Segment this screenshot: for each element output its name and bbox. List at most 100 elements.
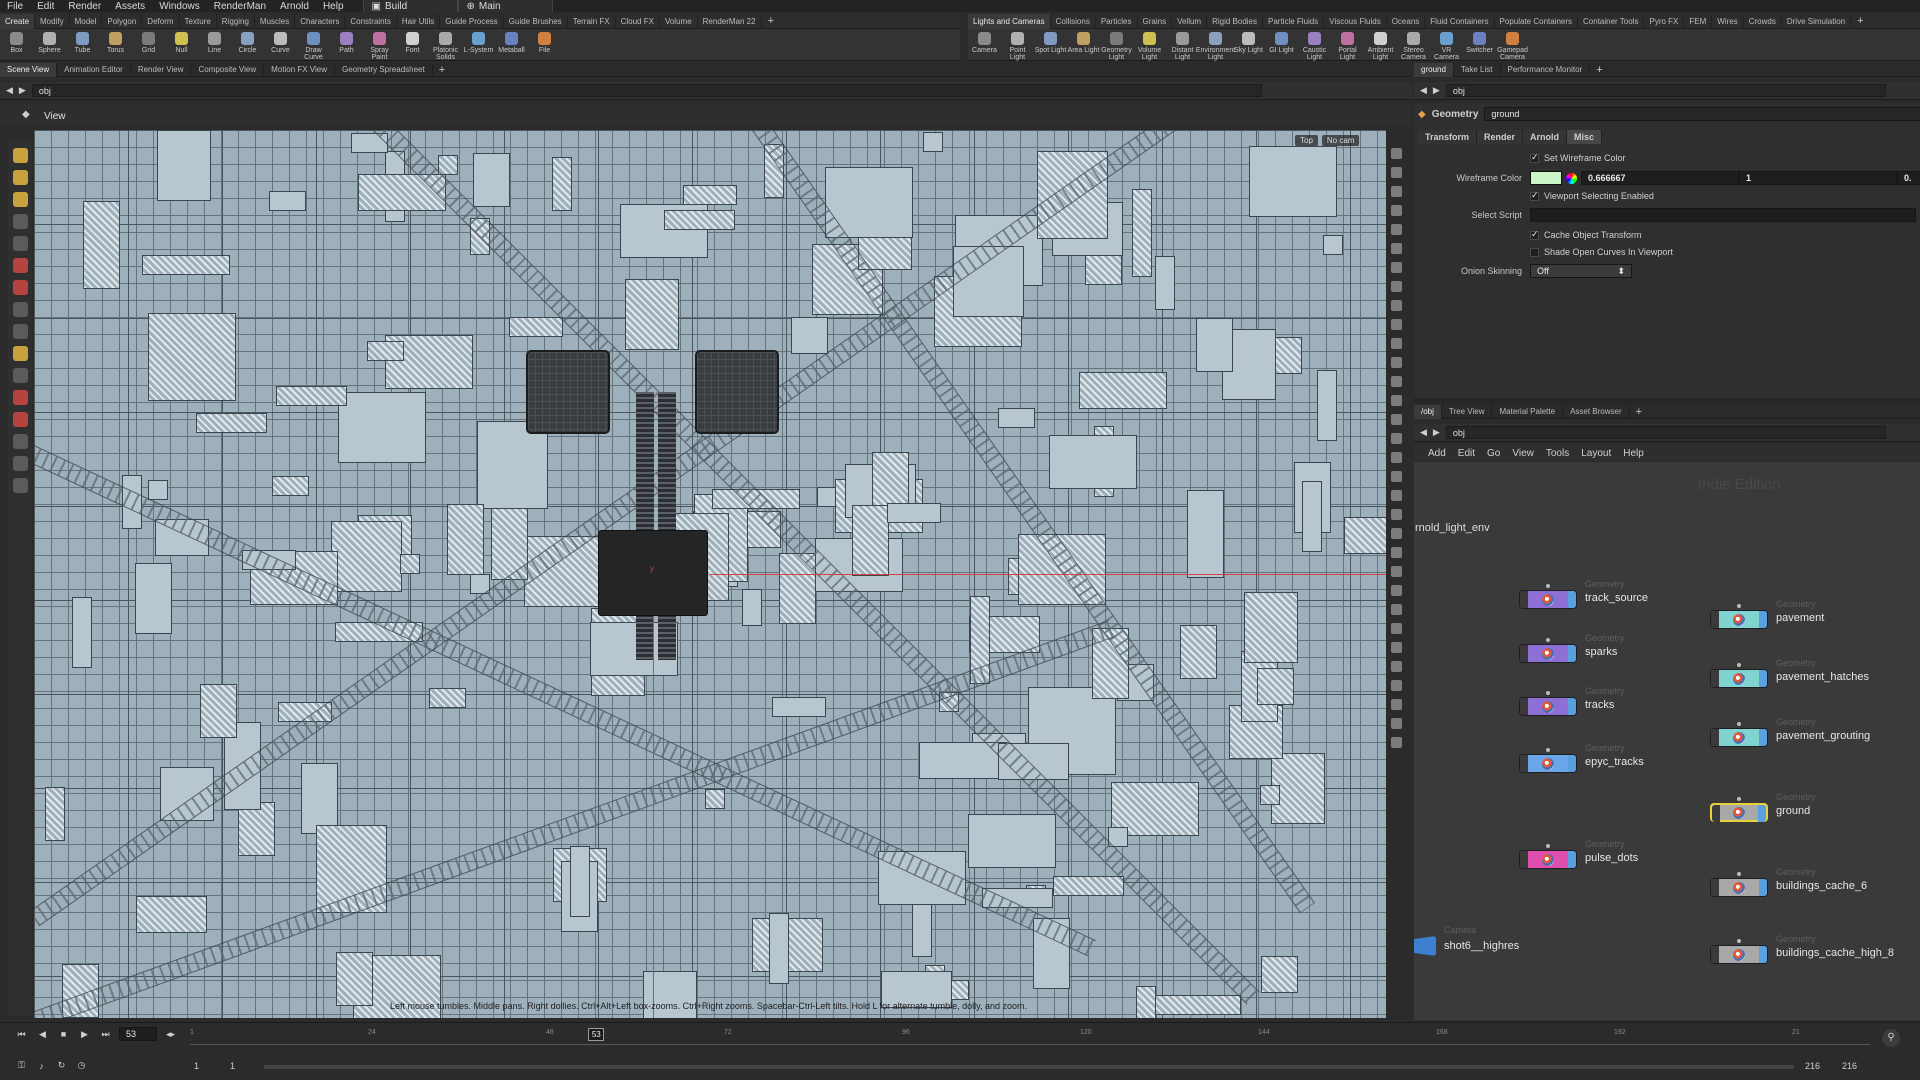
tool-stereo-camera[interactable]: Stereo Camera <box>1397 29 1430 61</box>
tool-environment-light[interactable]: Environment Light <box>1196 29 1235 61</box>
render-flag[interactable] <box>1568 645 1576 662</box>
key-icon[interactable]: ⚿ <box>14 1059 29 1072</box>
onion-skinning-select[interactable]: Off ⬍ <box>1530 264 1632 278</box>
output-connector[interactable] <box>1737 604 1741 608</box>
tab-ground[interactable]: ground <box>1414 62 1454 77</box>
wireframe-color-g-field[interactable]: 1 <box>1739 171 1897 185</box>
shelf-tab-crowds[interactable]: Crowds <box>1744 13 1782 29</box>
bg-icon[interactable] <box>1390 433 1402 444</box>
shelf-tab-guide-brushes[interactable]: Guide Brushes <box>504 13 568 29</box>
display-flag[interactable] <box>1520 755 1528 772</box>
render-flag[interactable] <box>1568 755 1576 772</box>
shelf-tab-constraints[interactable]: Constraints <box>345 13 397 29</box>
output-connector[interactable] <box>1737 939 1741 943</box>
camera-tool-icon[interactable] <box>12 434 28 449</box>
tool-gamepad-camera[interactable]: Gamepad Camera <box>1496 29 1529 61</box>
start-frame-field[interactable]: 1 <box>194 1061 199 1071</box>
step-icon[interactable]: ◂▸ <box>163 1028 178 1041</box>
pin-icon[interactable] <box>1390 642 1402 653</box>
stop-icon[interactable]: ■ <box>56 1028 71 1041</box>
menu-file[interactable]: File <box>0 1 30 12</box>
tab-obj[interactable]: /obj <box>1414 404 1442 419</box>
param-tab-misc[interactable]: Misc <box>1567 130 1603 144</box>
shelf-tab-oceans[interactable]: Oceans <box>1387 13 1426 29</box>
shelf-tab-fluid-containers[interactable]: Fluid Containers <box>1425 13 1495 29</box>
back-arrow-icon[interactable]: ◀ <box>1420 85 1427 96</box>
display-flag[interactable] <box>1711 670 1719 687</box>
node-pavement-grouting[interactable]: Geometry pavement_grouting <box>1710 717 1870 747</box>
lock-icon[interactable] <box>1390 205 1402 216</box>
frame-marker[interactable]: 53 <box>588 1028 605 1041</box>
output-connector[interactable] <box>1737 722 1741 726</box>
tool-geometry-light[interactable]: Geometry Light <box>1100 29 1133 61</box>
shelf-tab-model[interactable]: Model <box>70 13 103 29</box>
visibility-icon[interactable] <box>1390 471 1402 482</box>
node-buildings-cache-6[interactable]: Geometry buildings_cache_6 <box>1710 867 1867 897</box>
tool-switcher[interactable]: Switcher <box>1463 29 1496 61</box>
shelf-tab-deform[interactable]: Deform <box>142 13 180 29</box>
pose-tool-icon[interactable] <box>12 280 28 295</box>
menu-assets[interactable]: Assets <box>108 1 152 12</box>
normal-icon[interactable] <box>1390 300 1402 311</box>
network-menu-layout[interactable]: Layout <box>1581 448 1611 459</box>
shelf-tab-guide-process[interactable]: Guide Process <box>440 13 504 29</box>
vertex-icon[interactable] <box>1390 357 1402 368</box>
tool-tube[interactable]: Tube <box>66 29 99 61</box>
shelf-tab-modify[interactable]: Modify <box>35 13 70 29</box>
menu-arnold[interactable]: Arnold <box>273 1 316 12</box>
tool-metaball[interactable]: Metaball <box>495 29 528 61</box>
render-flag[interactable] <box>1568 698 1576 715</box>
tool-distant-light[interactable]: Distant Light <box>1166 29 1199 61</box>
realtime-icon[interactable]: ◷ <box>74 1059 89 1072</box>
view-projection-menu[interactable]: Top <box>1295 135 1318 146</box>
collapse-icon[interactable] <box>1390 566 1402 577</box>
grid-snap-icon[interactable] <box>12 368 28 383</box>
tool-null[interactable]: Null <box>165 29 198 61</box>
network-editor[interactable]: Indie Edition rnold_light_env Geometry tr… <box>1414 462 1920 1020</box>
forward-arrow-icon[interactable]: ▶ <box>1433 85 1440 96</box>
play-icon[interactable]: ▶ <box>77 1028 92 1041</box>
play-reverse-icon[interactable]: ◀ <box>35 1028 50 1041</box>
node-buildings-cache-high-8[interactable]: Geometry buildings_cache_high_8 <box>1710 934 1894 964</box>
tool-caustic-light[interactable]: Caustic Light <box>1298 29 1331 61</box>
wireframe-icon[interactable] <box>1390 167 1402 178</box>
tool-curve[interactable]: Curve <box>264 29 297 61</box>
node-pavement[interactable]: Geometry pavement <box>1710 599 1824 629</box>
edge-icon[interactable] <box>1390 376 1402 387</box>
network-menu-view[interactable]: View <box>1512 448 1534 459</box>
param-node-name-field[interactable]: ground <box>1484 107 1920 121</box>
grid-icon[interactable] <box>1390 414 1402 425</box>
tool-spot-light[interactable]: Spot Light <box>1034 29 1067 61</box>
output-connector[interactable] <box>1546 748 1550 752</box>
color-picker-icon[interactable] <box>1566 172 1577 184</box>
shelf-tab-texture[interactable]: Texture <box>180 13 217 29</box>
output-connector[interactable] <box>1737 797 1741 801</box>
tab-scene-view[interactable]: Scene View <box>0 62 58 77</box>
node-tracks[interactable]: Geometry tracks <box>1519 686 1625 716</box>
tool-point-light[interactable]: Point Light <box>1001 29 1034 61</box>
node-sparks[interactable]: Geometry sparks <box>1519 633 1625 663</box>
tool-file[interactable]: File <box>528 29 561 61</box>
shaded-icon[interactable] <box>1390 186 1402 197</box>
tool-path[interactable]: Path <box>330 29 363 61</box>
tool-draw-curve[interactable]: Draw Curve <box>297 29 330 61</box>
network-path-field[interactable]: obj <box>1445 426 1886 439</box>
shelf-tab-terrain-fx[interactable]: Terrain FX <box>568 13 616 29</box>
shelf-tab-grains[interactable]: Grains <box>1138 13 1173 29</box>
tool-ambient-light[interactable]: Ambient Light <box>1364 29 1397 61</box>
shelf-tab-wires[interactable]: Wires <box>1712 13 1744 29</box>
tool-line[interactable]: Line <box>198 29 231 61</box>
range-slider[interactable] <box>264 1065 1794 1069</box>
network-menu-go[interactable]: Go <box>1487 448 1500 459</box>
viewport-selecting-checkbox[interactable] <box>1530 190 1539 201</box>
param-tab-transform[interactable]: Transform <box>1418 130 1478 144</box>
network-menu-add[interactable]: Add <box>1428 448 1446 459</box>
shelf-tab-container-tools[interactable]: Container Tools <box>1578 13 1645 29</box>
render-flag[interactable] <box>1759 670 1767 687</box>
node-epyc-tracks[interactable]: Geometry epyc_tracks <box>1519 743 1644 773</box>
add-tab-icon[interactable]: + <box>433 64 451 76</box>
home-icon[interactable] <box>1390 661 1402 672</box>
tab-composite-view[interactable]: Composite View <box>191 62 265 77</box>
snap-icon[interactable] <box>12 302 28 317</box>
prim-icon[interactable] <box>1390 395 1402 406</box>
